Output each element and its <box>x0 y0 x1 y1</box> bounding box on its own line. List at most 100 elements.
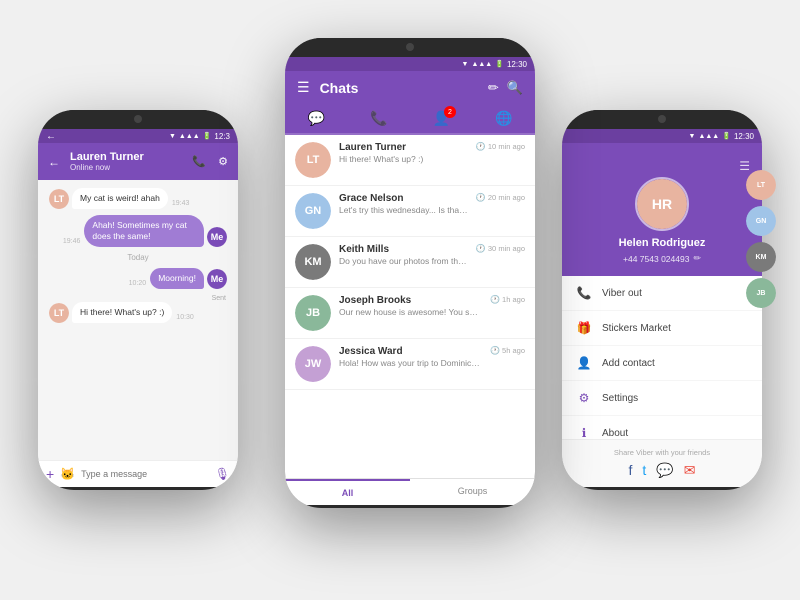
msg-time: 10:30 <box>176 314 194 321</box>
tab-contacts[interactable]: 👤 2 <box>433 110 450 127</box>
msg-bubble: Hi there! What's up? :) <box>72 302 172 323</box>
center-tab-bar: 💬 📞 👤 2 🌐 <box>285 104 535 135</box>
menu-label: Viber out <box>602 288 642 299</box>
avatar: Me <box>207 227 227 247</box>
viber-icon[interactable]: 💬 <box>656 462 673 479</box>
center-header: ☰ Chats ✏ 🔍 <box>285 71 535 104</box>
side-avatar: GN <box>746 206 776 236</box>
chat-info: Joseph Brooks Our new house is awesome! … <box>339 295 482 317</box>
tab-groups[interactable]: Groups <box>410 479 535 505</box>
chat-time: 🕐 1h ago <box>490 295 525 304</box>
chat-name: Lauren Turner <box>339 142 468 153</box>
chat-info: Lauren Turner Hi there! What's up? :) <box>339 142 468 164</box>
side-avatar: LT <box>746 170 776 200</box>
chat-message: Our new house is awesome! You should com… <box>339 307 482 317</box>
chat-item[interactable]: JB Joseph Brooks Our new house is awesom… <box>285 288 535 339</box>
avatar: LT <box>49 189 69 209</box>
edit-icon[interactable]: ✏ <box>693 253 701 264</box>
msg-row: 10:20 Moorning! Me <box>46 268 230 289</box>
chat-name: Joseph Brooks <box>339 295 482 306</box>
stickers-icon: 🎁 <box>576 321 592 335</box>
settings-icon: ⚙ <box>576 391 592 405</box>
call-icon[interactable]: 📞 <box>192 155 206 168</box>
profile-header: ☰ HR Helen Rodriguez +44 7543 024493 ✏ <box>562 143 762 276</box>
tab-all[interactable]: All <box>285 479 410 505</box>
chat-time: 🕐 5h ago <box>490 346 525 355</box>
edit-icon[interactable]: ✏ <box>488 80 499 96</box>
sticker-icon[interactable]: 🐱 <box>60 467 75 481</box>
chat-message: Hi there! What's up? :) <box>339 154 468 164</box>
avatar: LT <box>49 303 69 323</box>
msg-bubble: My cat is weird! ahah <box>72 188 168 209</box>
viber-out-icon: 📞 <box>576 286 592 300</box>
menu-label: Add contact <box>602 358 655 369</box>
menu-icon[interactable]: ☰ <box>297 79 310 96</box>
side-avatar: KM <box>746 242 776 272</box>
chat-name: Jessica Ward <box>339 346 482 357</box>
menu-item-stickers[interactable]: 🎁 Stickers Market <box>562 311 762 346</box>
menu-label: Stickers Market <box>602 323 671 334</box>
chat-time: 🕐 10 min ago <box>476 142 525 151</box>
msg-time: 19:46 <box>63 238 81 245</box>
right-status-time: 12:30 <box>734 132 754 141</box>
messages-area: LT My cat is weird! ahah 19:43 19:46 Aha… <box>38 180 238 460</box>
chat-info: Jessica Ward Hola! How was your trip to … <box>339 346 482 368</box>
share-text: Share Viber with your friends <box>570 448 754 457</box>
email-icon[interactable]: ✉ <box>684 462 696 479</box>
twitter-icon[interactable]: t <box>642 462 646 479</box>
profile-phone: +44 7543 024493 <box>623 254 689 264</box>
msg-status: Sent <box>46 295 226 302</box>
side-avatar: JB <box>746 278 776 308</box>
header-title: Chats <box>320 80 488 96</box>
tab-globe[interactable]: 🌐 <box>495 110 512 127</box>
left-phone: ← ▼ ▲▲▲ 🔋 12:3 ← Lauren Turner Online no… <box>38 110 238 490</box>
chat-item[interactable]: GN Grace Nelson Let's try this wednesday… <box>285 186 535 237</box>
chat-name: Grace Nelson <box>339 193 468 204</box>
chat-input-bar: + 🐱 🎙 <box>38 460 238 487</box>
left-status-bar: ← ▼ ▲▲▲ 🔋 12:3 <box>38 129 238 143</box>
chat-message: Hola! How was your trip to Dominican Rep… <box>339 358 482 368</box>
search-icon[interactable]: 🔍 <box>507 80 523 96</box>
left-chat-header: ← Lauren Turner Online now 📞 ⚙ <box>38 143 238 180</box>
avatar: JB <box>295 295 331 331</box>
avatar: JW <box>295 346 331 382</box>
message-input[interactable] <box>81 469 209 479</box>
left-back-btn[interactable]: ← <box>48 155 60 169</box>
menu-item-settings[interactable]: ⚙ Settings <box>562 381 762 416</box>
msg-row: LT My cat is weird! ahah 19:43 <box>46 188 230 209</box>
msg-row: LT Hi there! What's up? :) 10:30 <box>46 302 230 323</box>
tab-calls[interactable]: 📞 <box>370 110 387 127</box>
plus-icon[interactable]: + <box>46 466 54 482</box>
settings-icon[interactable]: ⚙ <box>218 155 228 168</box>
scene: ← ▼ ▲▲▲ 🔋 12:3 ← Lauren Turner Online no… <box>10 10 790 590</box>
facebook-icon[interactable]: f <box>629 462 633 479</box>
avatar: Me <box>207 269 227 289</box>
avatar: GN <box>295 193 331 229</box>
chat-info: Grace Nelson Let's try this wednesday...… <box>339 193 468 215</box>
right-phone: ▼ ▲▲▲ 🔋 12:30 ☰ HR Helen Rodriguez +44 7… <box>562 110 762 490</box>
msg-row: 19:46 Ahah! Sometimes my cat does the sa… <box>46 215 230 247</box>
menu-item-viber-out[interactable]: 📞 Viber out <box>562 276 762 311</box>
chat-info: Keith Mills Do you have our photos from … <box>339 244 468 266</box>
right-status-bar: ▼ ▲▲▲ 🔋 12:30 <box>562 129 762 143</box>
mic-icon[interactable]: 🎙 <box>215 467 230 481</box>
chat-item[interactable]: KM Keith Mills Do you have our photos fr… <box>285 237 535 288</box>
chat-message: Do you have our photos from the nye? <box>339 256 468 266</box>
menu-label: About <box>602 428 628 439</box>
menu-item-about[interactable]: ℹ About <box>562 416 762 439</box>
msg-time: 10:20 <box>129 280 147 287</box>
chat-item[interactable]: LT Lauren Turner Hi there! What's up? :)… <box>285 135 535 186</box>
tab-chats[interactable]: 💬 <box>308 110 325 127</box>
menu-item-add-contact[interactable]: 👤 Add contact <box>562 346 762 381</box>
chat-time: 🕐 20 min ago <box>476 193 525 202</box>
bottom-tab-bar: All Groups <box>285 478 535 505</box>
center-status-time: 12:30 <box>507 60 527 69</box>
menu-list: 📞 Viber out 🎁 Stickers Market 👤 Add cont… <box>562 276 762 439</box>
center-phone: ▼ ▲▲▲ 🔋 12:30 ☰ Chats ✏ 🔍 💬 📞 👤 2 � <box>285 38 535 508</box>
avatar: LT <box>295 142 331 178</box>
msg-bubble: Ahah! Sometimes my cat does the same! <box>84 215 204 247</box>
left-back-icon[interactable]: ← <box>46 131 56 142</box>
msg-bubble: Moorning! <box>150 268 204 289</box>
day-divider: Today <box>46 253 230 262</box>
chat-item[interactable]: JW Jessica Ward Hola! How was your trip … <box>285 339 535 390</box>
